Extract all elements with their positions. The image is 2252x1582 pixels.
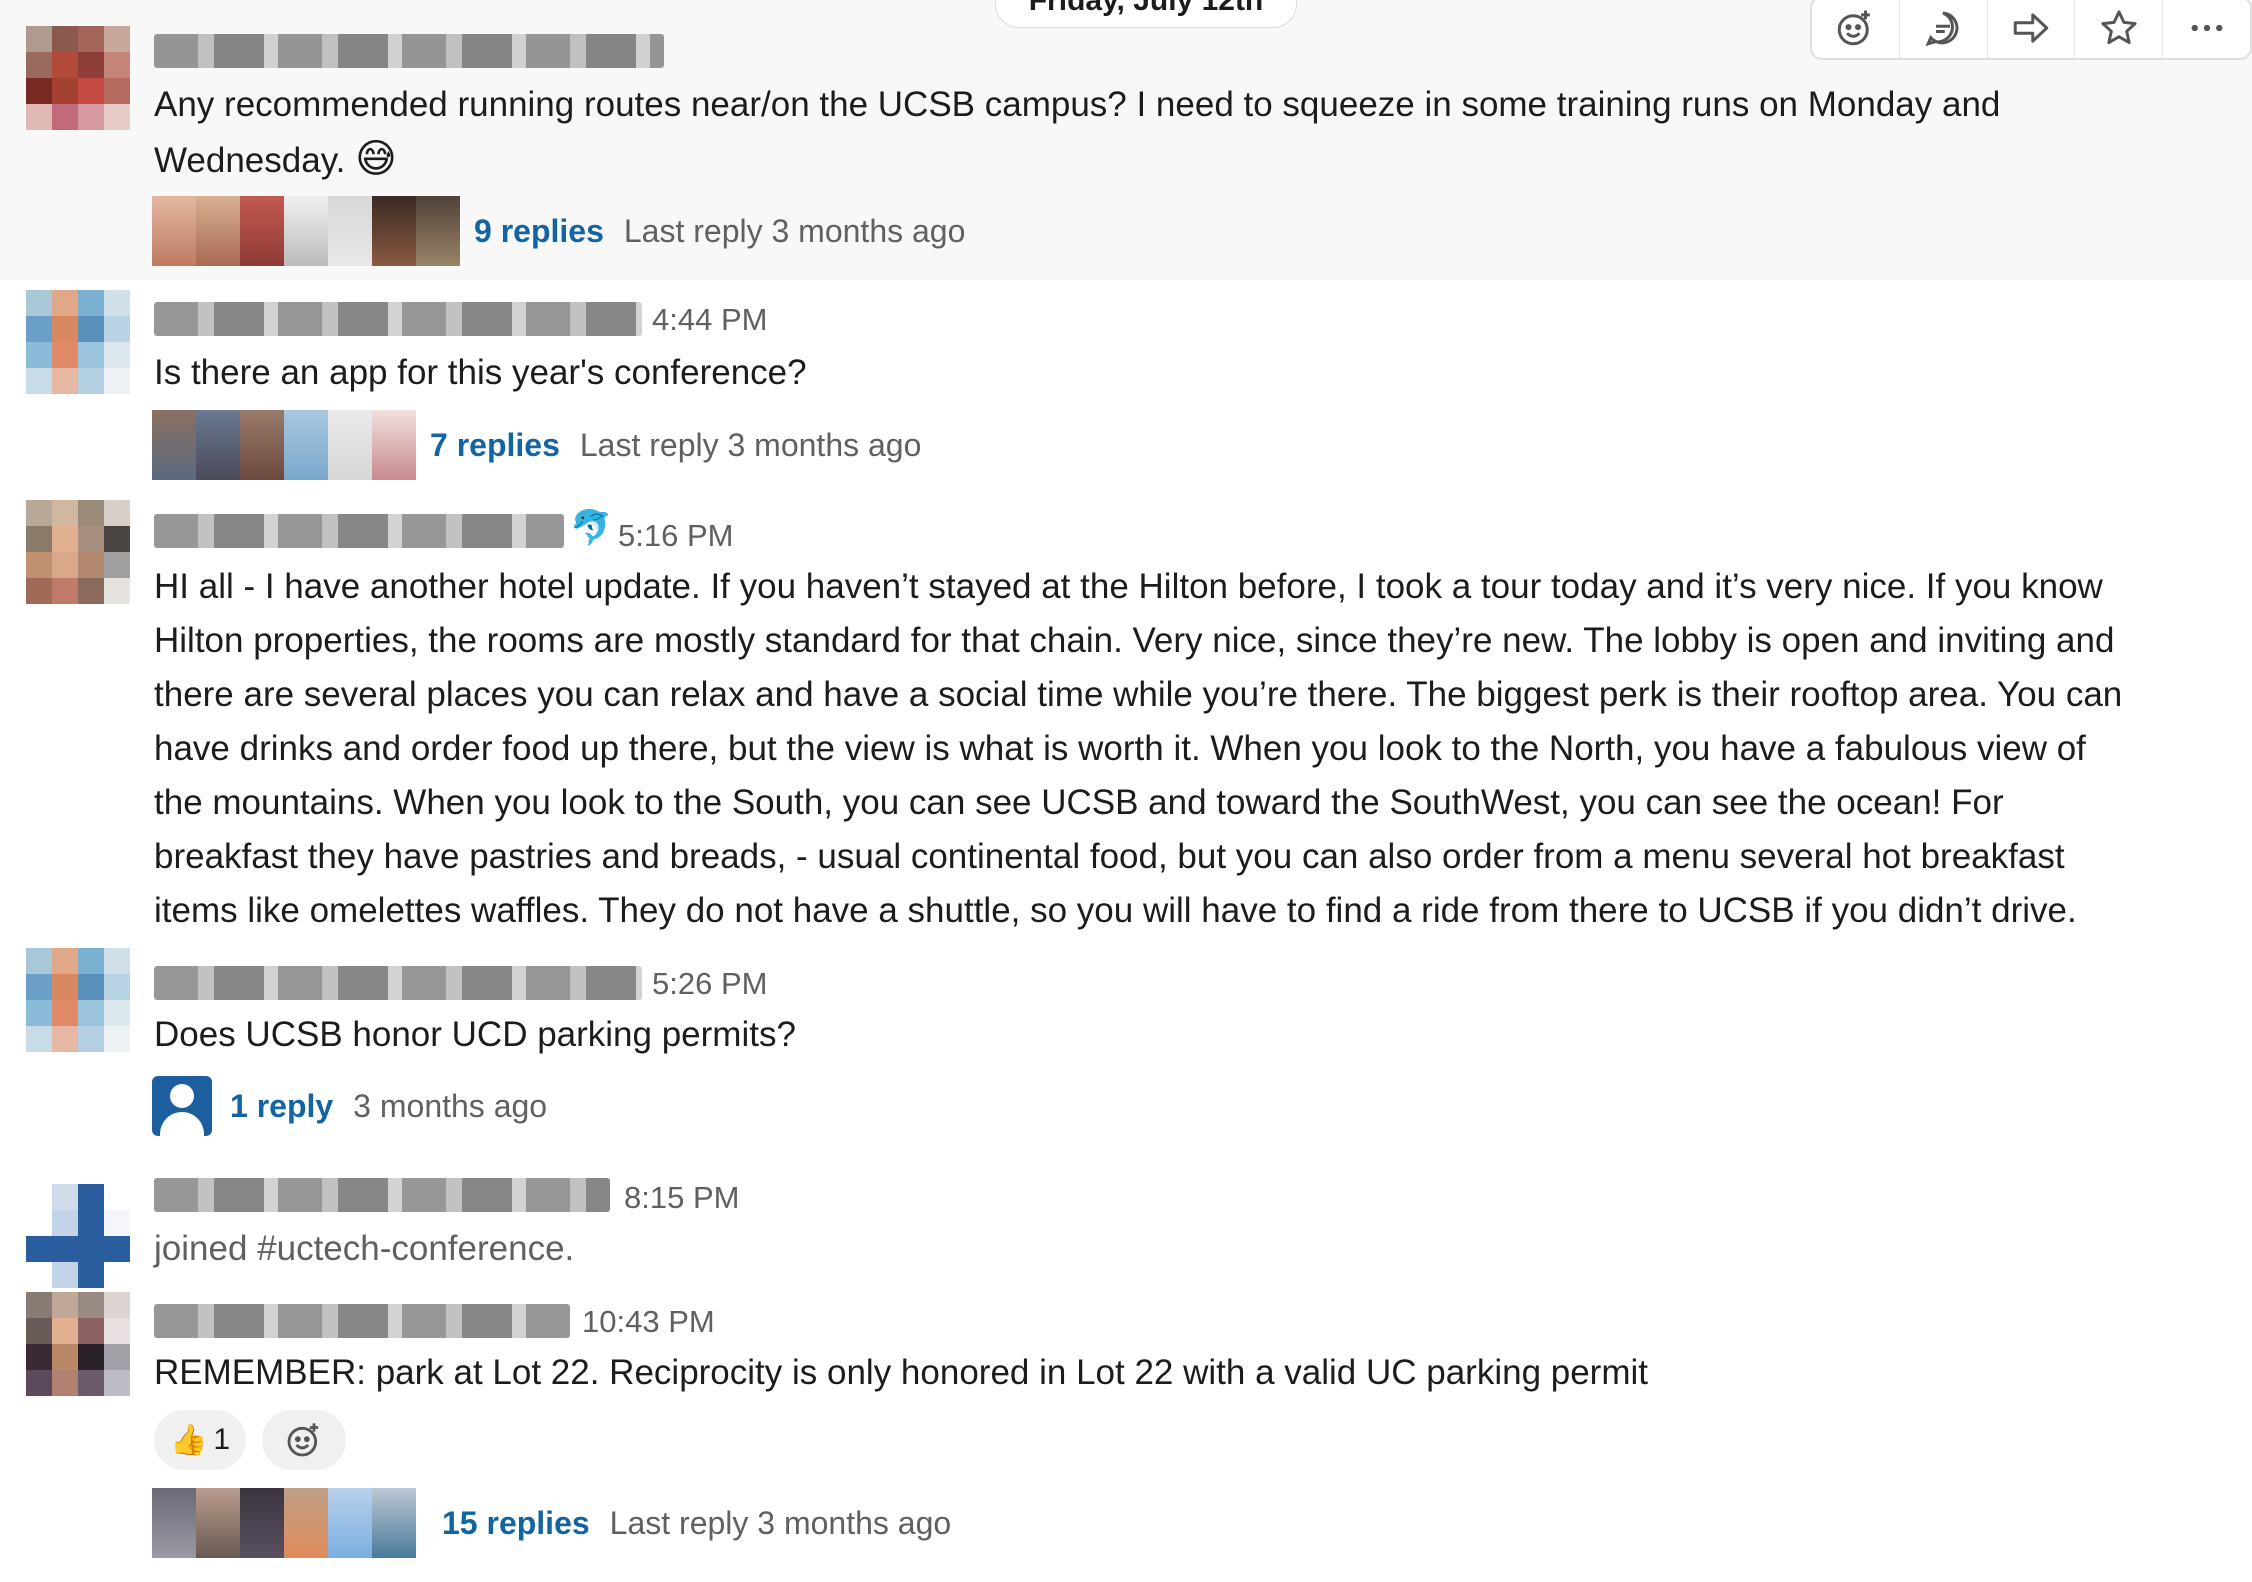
more-dots-icon: [2191, 24, 2222, 32]
sender-name[interactable]: [154, 966, 642, 1000]
message-text: Is there an app for this year's conferen…: [154, 353, 807, 392]
grinning-sweat-emoji: 😅: [355, 137, 397, 181]
message-timestamp[interactable]: 10:43 PM: [582, 1304, 715, 1340]
avatar[interactable]: [26, 290, 130, 394]
message-timestamp[interactable]: 4:44 PM: [652, 302, 767, 338]
thread-participant-avatars: [152, 410, 416, 480]
status-emoji[interactable]: 🐬: [570, 508, 612, 548]
star-icon: [2101, 10, 2137, 45]
default-user-avatar: [152, 1076, 212, 1136]
share-message-button[interactable]: [1988, 0, 2076, 58]
message-timestamp[interactable]: 5:16 PM: [618, 518, 733, 554]
message-text: REMEMBER: park at Lot 22. Reciprocity is…: [154, 1353, 1648, 1392]
avatar[interactable]: [26, 500, 130, 604]
reply-in-thread-button[interactable]: [1900, 0, 1988, 58]
message-actions-toolbar: [1810, 0, 2252, 60]
save-message-button[interactable]: [2075, 0, 2164, 58]
reply-count-link[interactable]: 15 replies: [442, 1505, 590, 1542]
thread-summary[interactable]: 9 replies Last reply 3 months ago: [152, 196, 965, 266]
sender-name[interactable]: [154, 34, 664, 68]
more-actions-button[interactable]: [2163, 0, 2250, 58]
thread-participant-avatars: [152, 196, 460, 266]
last-reply-time: Last reply 3 months ago: [623, 212, 966, 249]
sender-name[interactable]: [154, 1304, 570, 1338]
add-reaction-icon: [287, 1423, 319, 1457]
reply-count-link[interactable]: 1 reply: [230, 1088, 333, 1125]
thread-summary[interactable]: 15 replies Last reply 3 months ago: [152, 1488, 951, 1558]
avatar[interactable]: [26, 1184, 130, 1288]
date-divider[interactable]: Friday, July 12th: [995, 0, 1297, 28]
message-timestamp[interactable]: 5:26 PM: [652, 966, 767, 1002]
message-text: Does UCSB honor UCD parking permits?: [154, 1015, 796, 1054]
message-text: joined #uctech-conference.: [154, 1229, 575, 1268]
last-reply-time: Last reply 3 months ago: [609, 1504, 952, 1541]
message-text: HI all - I have another hotel update. If…: [154, 567, 2123, 930]
thread-icon: [1925, 11, 1959, 47]
sender-name[interactable]: [154, 302, 642, 336]
thread-participant-avatars: [152, 1488, 416, 1558]
share-arrow-icon: [2013, 13, 2049, 43]
avatar[interactable]: [26, 26, 130, 130]
sender-name[interactable]: [154, 514, 564, 548]
message-text: Any recommended running routes near/on t…: [154, 85, 2001, 181]
avatar[interactable]: [26, 948, 130, 1052]
last-reply-time: Last reply 3 months ago: [579, 426, 922, 463]
thumbs-up-emoji: 👍: [169, 1423, 208, 1457]
thread-summary[interactable]: 7 replies Last reply 3 months ago: [152, 410, 921, 480]
last-reply-time: 3 months ago: [353, 1087, 548, 1124]
reply-count-link[interactable]: 7 replies: [430, 427, 560, 464]
reply-count-link[interactable]: 9 replies: [474, 213, 604, 250]
reaction-thumbs-up[interactable]: 👍 1: [154, 1410, 246, 1470]
add-reaction-icon: [1838, 10, 1871, 46]
message-timestamp[interactable]: 8:15 PM: [624, 1180, 739, 1216]
add-reaction-button[interactable]: [262, 1410, 346, 1470]
reaction-count: 1: [213, 1423, 231, 1456]
add-reaction-button[interactable]: [1812, 0, 1900, 58]
avatar[interactable]: [26, 1292, 130, 1396]
thread-summary[interactable]: 1 reply 3 months ago: [152, 1072, 547, 1140]
sender-name[interactable]: [154, 1178, 610, 1212]
